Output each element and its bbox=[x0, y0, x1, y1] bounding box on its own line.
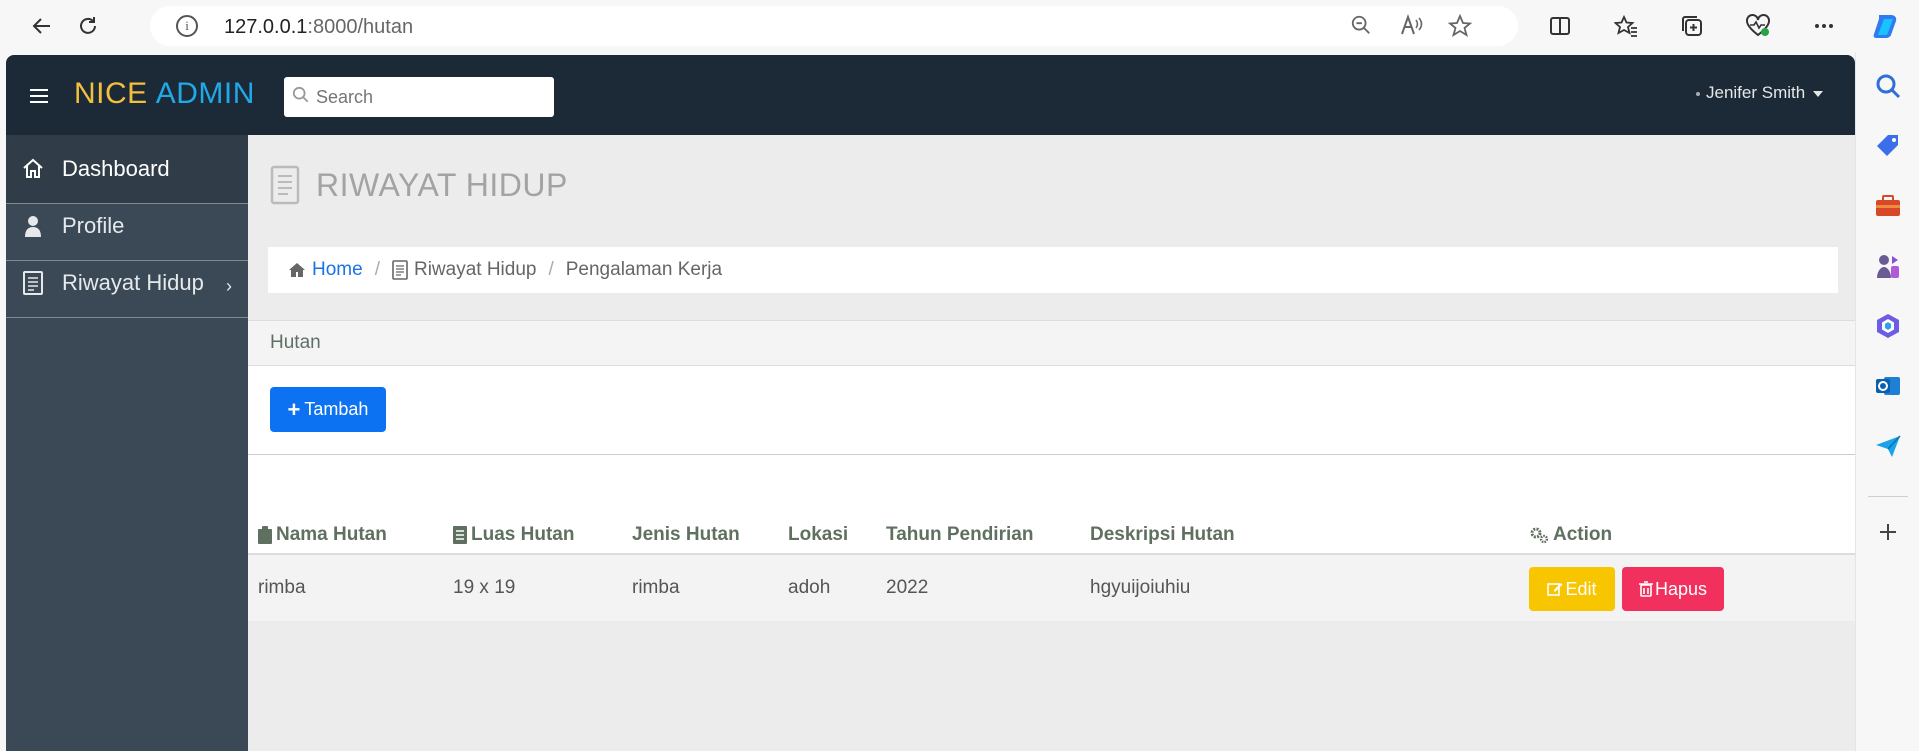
favorites-icon[interactable] bbox=[1610, 10, 1642, 42]
document-icon bbox=[453, 526, 467, 544]
breadcrumb-current: Pengalaman Kerja bbox=[565, 259, 723, 280]
user-menu[interactable]: Jenifer Smith bbox=[1696, 83, 1824, 103]
edit-button-label: Edit bbox=[1565, 578, 1597, 599]
url-text[interactable]: 127.0.0.1:8000/hutan bbox=[224, 16, 413, 39]
refresh-icon[interactable] bbox=[72, 10, 104, 42]
user-status-dot bbox=[1696, 91, 1700, 96]
header-deskripsi-hutan: Deskripsi Hutan bbox=[1090, 524, 1235, 545]
gears-icon bbox=[1529, 526, 1549, 544]
breadcrumb-home-link[interactable]: Home bbox=[312, 259, 363, 281]
browser-toolbar: i 127.0.0.1:8000/hutan bbox=[0, 0, 1919, 52]
clipboard-icon bbox=[258, 526, 272, 544]
sidebar-divider bbox=[1868, 496, 1908, 497]
top-navbar: NICEADMIN Jenifer Smith bbox=[6, 55, 1855, 135]
breadcrumb-separator: / bbox=[548, 259, 554, 280]
collections-icon[interactable] bbox=[1676, 10, 1708, 42]
header-nama-hutan: Nama Hutan bbox=[258, 524, 387, 546]
favorite-star-icon[interactable] bbox=[1447, 13, 1473, 44]
page-header: RIWAYAT HIDUP bbox=[270, 165, 568, 205]
add-icon[interactable] bbox=[1874, 518, 1902, 546]
zoom-out-icon[interactable] bbox=[1350, 14, 1372, 42]
user-icon bbox=[20, 214, 46, 238]
home-icon bbox=[289, 263, 305, 277]
trash-icon bbox=[1638, 581, 1653, 597]
main-content: RIWAYAT HIDUP Home / Riwayat Hidup / Pen… bbox=[248, 135, 1855, 751]
panel-title: Hutan bbox=[270, 332, 321, 353]
sidebar-item-label: Profile bbox=[62, 213, 125, 238]
search-icon[interactable] bbox=[1874, 72, 1902, 100]
address-bar[interactable]: i 127.0.0.1:8000/hutan bbox=[150, 6, 1518, 46]
cell-luas: 19 x 19 bbox=[453, 577, 516, 598]
breadcrumb: Home / Riwayat Hidup / Pengalaman Kerja bbox=[268, 247, 1838, 293]
shopping-tag-icon[interactable] bbox=[1874, 132, 1902, 160]
edit-button[interactable]: Edit bbox=[1529, 567, 1615, 611]
document-icon bbox=[392, 260, 408, 280]
games-icon[interactable] bbox=[1874, 252, 1902, 280]
sidebar-item-label: Riwayat Hidup bbox=[62, 270, 204, 295]
cell-lokasi: adoh bbox=[788, 577, 831, 598]
back-icon[interactable] bbox=[26, 10, 58, 42]
search-input[interactable] bbox=[316, 85, 536, 109]
more-options-icon[interactable] bbox=[1808, 10, 1840, 42]
header-luas-hutan: Luas Hutan bbox=[453, 524, 574, 546]
site-info-icon[interactable]: i bbox=[176, 15, 198, 37]
send-icon[interactable] bbox=[1874, 432, 1902, 460]
data-table: Nama Hutan Luas Hutan Jenis Hutan Lokasi… bbox=[248, 455, 1855, 621]
menu-toggle-icon[interactable] bbox=[30, 89, 48, 103]
header-lokasi: Lokasi bbox=[788, 524, 849, 545]
edge-sidebar bbox=[1855, 52, 1919, 751]
delete-button[interactable]: Hapus bbox=[1622, 567, 1724, 611]
header-jenis-hutan: Jenis Hutan bbox=[632, 524, 740, 545]
read-aloud-icon[interactable] bbox=[1400, 13, 1424, 42]
search-icon bbox=[292, 86, 309, 103]
document-icon bbox=[20, 270, 46, 296]
document-icon bbox=[270, 165, 300, 205]
header-action: Action bbox=[1529, 524, 1612, 546]
cell-tahun: 2022 bbox=[886, 577, 929, 598]
panel-header: Hutan bbox=[248, 320, 1855, 366]
copilot-icon[interactable] bbox=[1870, 10, 1902, 42]
page-title: RIWAYAT HIDUP bbox=[316, 166, 568, 203]
sidebar-item-riwayat-hidup[interactable]: Riwayat Hidup › bbox=[6, 249, 248, 318]
panel-body: + Tambah bbox=[248, 366, 1855, 455]
breadcrumb-riwayat-hidup[interactable]: Riwayat Hidup bbox=[414, 259, 537, 281]
cell-nama: rimba bbox=[258, 577, 306, 598]
edit-icon bbox=[1547, 583, 1563, 596]
breadcrumb-separator: / bbox=[374, 259, 380, 280]
office-icon[interactable] bbox=[1874, 312, 1902, 340]
table-header: Nama Hutan Luas Hutan Jenis Hutan Lokasi… bbox=[248, 518, 1855, 555]
cell-jenis: rimba bbox=[632, 577, 680, 598]
split-screen-icon[interactable] bbox=[1544, 10, 1576, 42]
table-row: rimba 19 x 19 rimba adoh 2022 hgyuijoiuh… bbox=[248, 555, 1855, 621]
brand-logo[interactable]: NICE ADMIN bbox=[74, 77, 255, 111]
delete-button-label: Hapus bbox=[1654, 578, 1708, 599]
home-icon bbox=[20, 157, 46, 181]
header-tahun-pendirian: Tahun Pendirian bbox=[886, 524, 1034, 545]
user-name: Jenifer Smith bbox=[1706, 83, 1806, 102]
sidebar-item-label: Dashboard bbox=[62, 156, 170, 181]
browser-essentials-icon[interactable] bbox=[1742, 10, 1774, 42]
outlook-icon[interactable] bbox=[1874, 372, 1902, 400]
caret-down-icon bbox=[1813, 90, 1824, 97]
add-button-label: Tambah bbox=[304, 399, 369, 419]
sidebar: Dashboard Profile Riwayat Hidup › bbox=[6, 135, 248, 751]
plus-icon: + bbox=[287, 396, 301, 422]
app-window: NICEADMIN Jenifer Smith Dashboard Profil… bbox=[6, 55, 1855, 751]
cell-deskripsi: hgyuijoiuhiu bbox=[1090, 577, 1191, 598]
add-button[interactable]: + Tambah bbox=[270, 387, 386, 432]
tools-briefcase-icon[interactable] bbox=[1874, 192, 1902, 220]
search-field[interactable] bbox=[284, 77, 554, 117]
chevron-right-icon: › bbox=[226, 276, 232, 296]
